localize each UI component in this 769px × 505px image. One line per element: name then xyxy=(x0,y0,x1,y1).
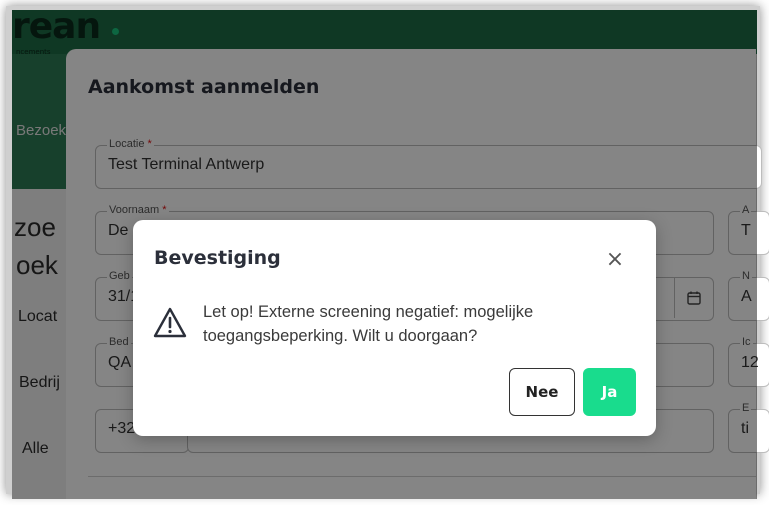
warning-icon xyxy=(153,307,187,338)
confirmation-dialog: Bevestiging × Let op! Externe screening … xyxy=(133,220,656,436)
yes-button[interactable]: Ja xyxy=(583,368,636,416)
screenshot-frame: rean ncements Bezoek zoe oek Locat Bedri… xyxy=(0,0,769,505)
no-button[interactable]: Nee xyxy=(509,368,575,416)
dialog-message: Let op! Externe screening negatief: moge… xyxy=(203,303,534,345)
close-icon[interactable]: × xyxy=(603,248,627,272)
dialog-title: Bevestiging xyxy=(154,247,281,269)
